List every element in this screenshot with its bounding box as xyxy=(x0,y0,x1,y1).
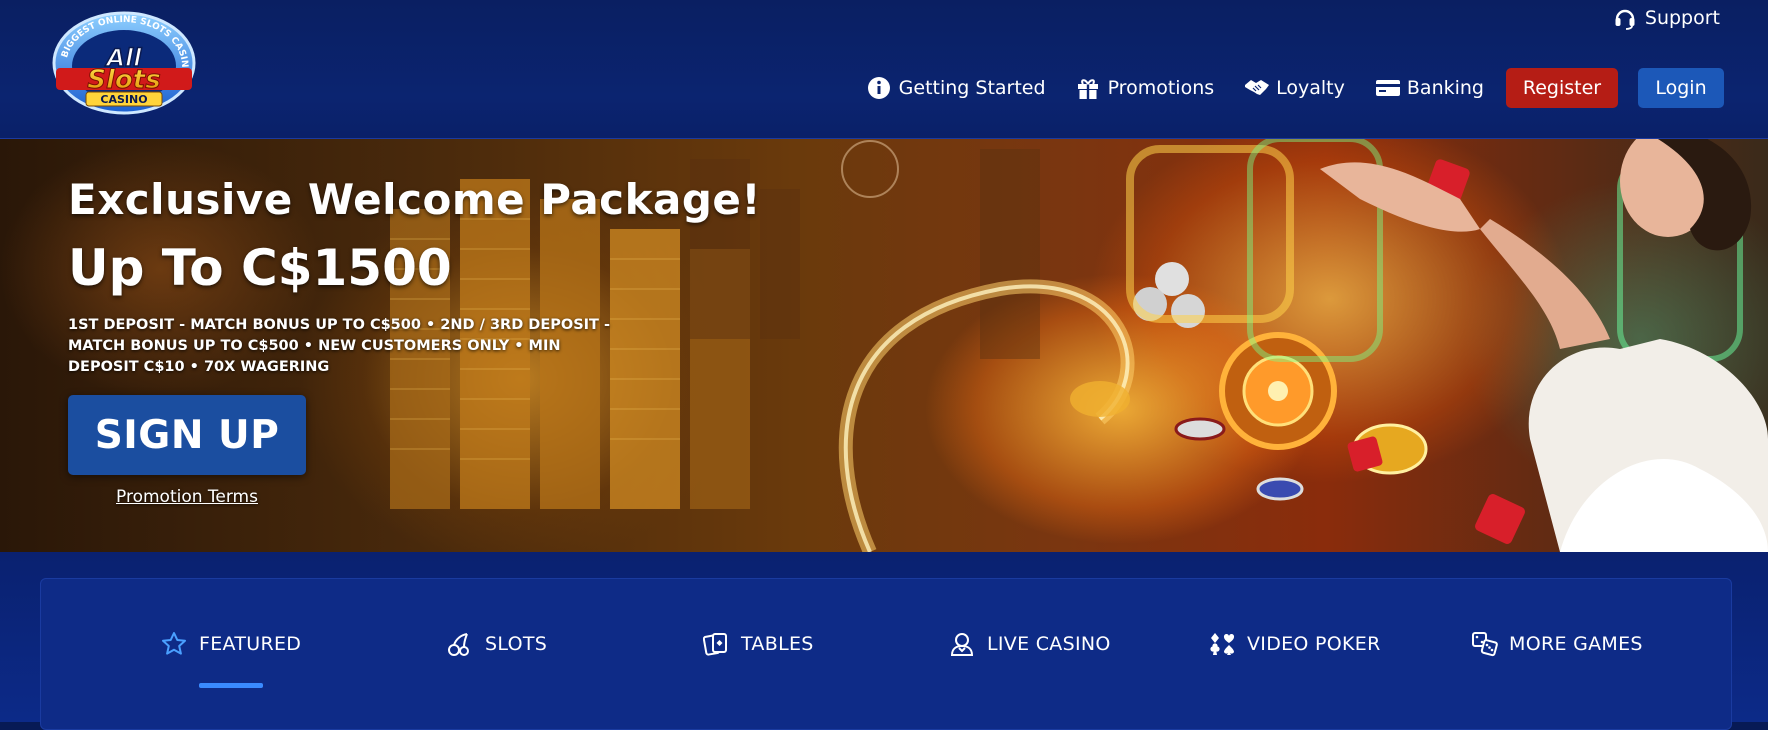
hero-bonus-amount: Up To C$1500 xyxy=(68,239,452,297)
site-header: BIGGEST ONLINE SLOTS CASINO All Slots CA… xyxy=(0,0,1768,139)
dealer-icon xyxy=(949,631,975,657)
nav-label: Banking xyxy=(1406,77,1484,99)
nav-label: Getting Started xyxy=(898,77,1046,99)
tab-live-casino[interactable]: LIVE CASINO xyxy=(949,631,1111,657)
tab-label: LIVE CASINO xyxy=(987,633,1111,655)
cards-icon xyxy=(702,631,729,657)
tab-label: FEATURED xyxy=(199,633,302,655)
handshake-icon xyxy=(1244,76,1270,100)
tab-slots[interactable]: SLOTS xyxy=(447,631,547,657)
nav-getting-started[interactable]: Getting Started xyxy=(867,76,1046,100)
nav-label: Promotions xyxy=(1107,77,1215,99)
hero-title: Exclusive Welcome Package! xyxy=(68,175,762,224)
info-icon xyxy=(867,76,891,100)
support-link[interactable]: Support xyxy=(1613,6,1720,30)
nav-promotions[interactable]: Promotions xyxy=(1076,76,1215,100)
game-category-tabs: FEATURED SLOTS TABLES LIVE CASINO VIDEO … xyxy=(41,579,1731,688)
nav-loyalty[interactable]: Loyalty xyxy=(1244,76,1345,100)
tab-label: MORE GAMES xyxy=(1509,633,1643,655)
credit-card-icon xyxy=(1375,76,1400,100)
game-category-panel: FEATURED SLOTS TABLES LIVE CASINO VIDEO … xyxy=(40,578,1732,730)
promotion-terms-link[interactable]: Promotion Terms xyxy=(68,487,306,507)
hero-banner: Exclusive Welcome Package! Up To C$1500 … xyxy=(0,139,1768,552)
tab-tables[interactable]: TABLES xyxy=(702,631,814,657)
all-slots-casino-logo[interactable]: BIGGEST ONLINE SLOTS CASINO All Slots CA… xyxy=(40,1,204,118)
main-nav: Getting Started Promotions Loyalty Banki… xyxy=(837,68,1724,108)
headset-icon xyxy=(1613,6,1637,30)
sign-up-button[interactable]: SIGN UP xyxy=(68,395,306,475)
tab-label: TABLES xyxy=(741,633,814,655)
tab-label: VIDEO POKER xyxy=(1247,633,1381,655)
gift-icon xyxy=(1076,76,1100,100)
svg-text:Slots: Slots xyxy=(87,65,160,95)
card-suits-icon xyxy=(1209,631,1235,657)
nav-label: Loyalty xyxy=(1276,77,1345,99)
hero-bonus-terms: 1ST DEPOSIT - MATCH BONUS UP TO C$500 • … xyxy=(68,317,610,375)
tab-label: SLOTS xyxy=(485,633,548,655)
tab-more-games[interactable]: MORE GAMES xyxy=(1471,631,1643,657)
active-tab-indicator xyxy=(199,683,263,688)
register-button[interactable]: Register xyxy=(1506,68,1618,108)
svg-text:CASINO: CASINO xyxy=(100,93,147,106)
login-button[interactable]: Login xyxy=(1638,68,1724,108)
dice-icon xyxy=(1471,631,1498,657)
star-icon xyxy=(161,631,187,657)
nav-banking[interactable]: Banking xyxy=(1375,76,1484,100)
tab-featured[interactable]: FEATURED xyxy=(161,631,301,657)
support-label: Support xyxy=(1644,7,1720,29)
tab-video-poker[interactable]: VIDEO POKER xyxy=(1209,631,1381,657)
cherries-icon xyxy=(447,631,473,657)
